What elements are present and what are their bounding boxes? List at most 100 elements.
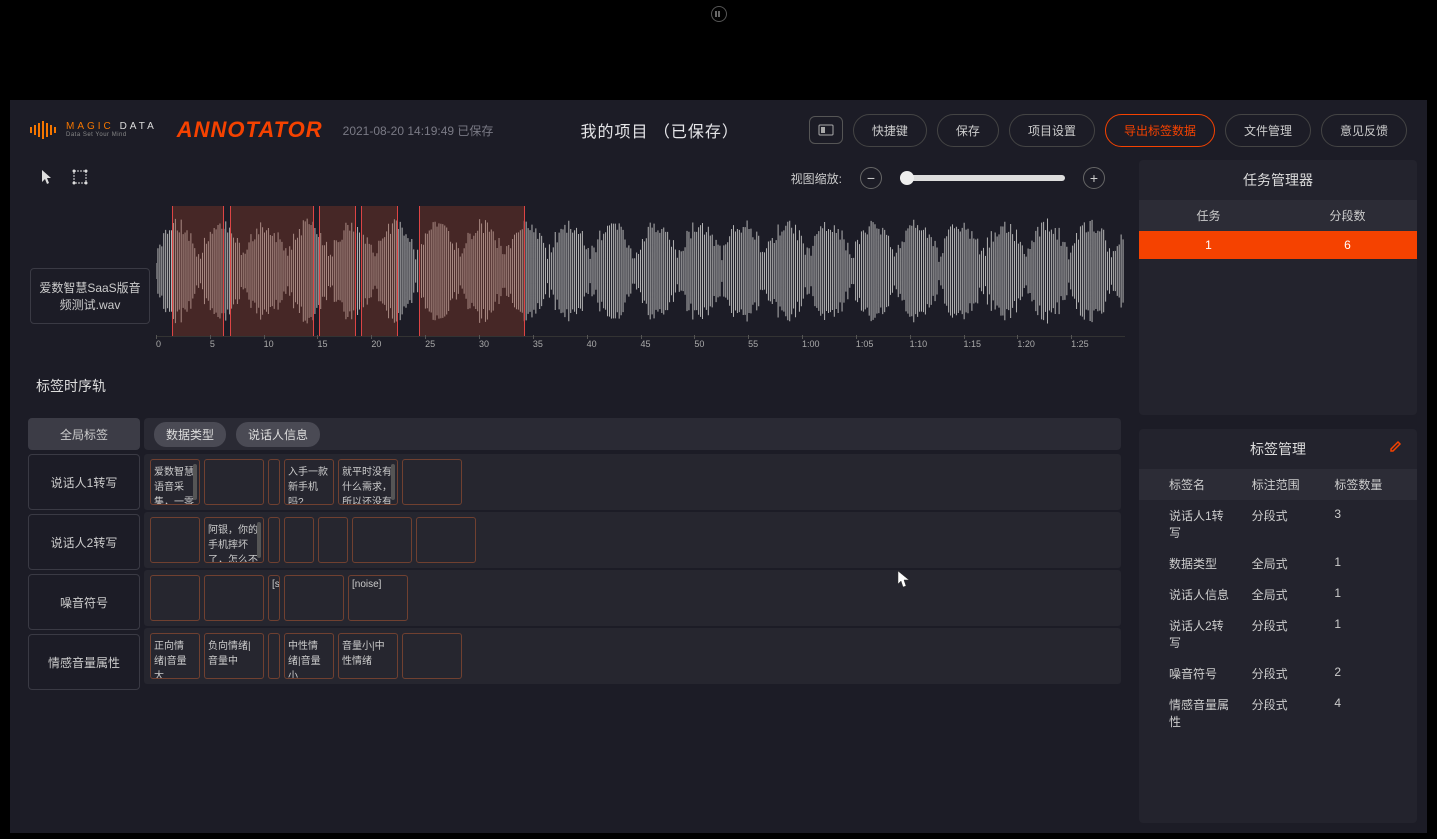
- segment-cell[interactable]: [204, 575, 264, 621]
- task-segments: 6: [1278, 238, 1417, 252]
- segment-cell[interactable]: [268, 517, 280, 563]
- task-manager-panel: 任务管理器 任务 分段数 16: [1139, 160, 1417, 415]
- ruler-tick: 45: [641, 339, 651, 349]
- app-name: ANNOTATOR: [177, 117, 323, 143]
- track-label-noise[interactable]: 噪音符号: [28, 574, 140, 630]
- brand-logo: MAGIC DATA Data Set Your Mind: [30, 121, 157, 139]
- segment-cell[interactable]: [150, 575, 200, 621]
- label-row[interactable]: 说话人信息全局式1: [1139, 579, 1417, 610]
- ruler-tick: 1:15: [964, 339, 982, 349]
- task-columns: 任务 分段数: [1139, 200, 1417, 231]
- shortcuts-button[interactable]: 快捷键: [853, 114, 927, 147]
- label-name: 情感音量属性: [1139, 696, 1232, 730]
- global-tabs-row: 数据类型 说话人信息: [144, 418, 1121, 450]
- label-row[interactable]: 噪音符号分段式2: [1139, 658, 1417, 689]
- track-row: 爱数智慧语音采集，一零一 入手一款新手机吗?就平时没有什么需求，所以还没有着: [144, 454, 1121, 510]
- label-scope: 分段式: [1232, 665, 1325, 682]
- zoom-label: 视图缩放:: [791, 170, 842, 187]
- pointer-tool-icon[interactable]: [40, 169, 54, 188]
- zoom-slider[interactable]: [900, 175, 1065, 181]
- tab-speaker-info[interactable]: 说话人信息: [236, 422, 320, 447]
- zoom-out-button[interactable]: −: [860, 167, 882, 189]
- scrollbar-icon[interactable]: [391, 464, 395, 500]
- label-scope: 分段式: [1232, 617, 1325, 651]
- col-label-scope: 标注范围: [1232, 476, 1325, 493]
- audio-file-label[interactable]: 爱数智慧SaaS版音频测试.wav: [30, 268, 150, 324]
- track-row: 正向情绪|音量大负向情绪|音量中中性情绪|音量小音量小|中性情绪: [144, 628, 1121, 684]
- ruler-tick: 0: [156, 339, 161, 349]
- segment-cell[interactable]: [268, 633, 280, 679]
- label-row[interactable]: 数据类型全局式1: [1139, 548, 1417, 579]
- segment-cell[interactable]: [268, 459, 280, 505]
- label-scope: 全局式: [1232, 586, 1325, 603]
- ruler-tick: 40: [587, 339, 597, 349]
- zoom-in-button[interactable]: +: [1083, 167, 1105, 189]
- brand-secondary: DATA: [120, 121, 157, 132]
- label-scope: 全局式: [1232, 555, 1325, 572]
- label-count: 1: [1324, 586, 1417, 603]
- project-title: 我的项目 （已保存）: [580, 118, 738, 142]
- segment-cell[interactable]: 中性情绪|音量小: [284, 633, 334, 679]
- waveform-segment[interactable]: [230, 206, 314, 336]
- top-bar: MAGIC DATA Data Set Your Mind ANNOTATOR …: [10, 100, 1427, 160]
- segment-cell[interactable]: [sil]: [268, 575, 280, 621]
- segment-cell[interactable]: [352, 517, 412, 563]
- label-columns: 标签名 标注范围 标签数量: [1139, 469, 1417, 500]
- task-id: 1: [1139, 238, 1278, 252]
- track-label-speaker1[interactable]: 说话人1转写: [28, 454, 140, 510]
- ruler-tick: 50: [694, 339, 704, 349]
- global-labels-tab[interactable]: 全局标签: [28, 418, 140, 450]
- ruler-tick: 55: [748, 339, 758, 349]
- play-control-icon[interactable]: [711, 6, 727, 22]
- ruler-tick: 25: [425, 339, 435, 349]
- segment-cell[interactable]: [416, 517, 476, 563]
- segment-cell[interactable]: [284, 517, 314, 563]
- label-row[interactable]: 说话人1转写分段式3: [1139, 500, 1417, 548]
- segment-cell[interactable]: [318, 517, 348, 563]
- label-row[interactable]: 说话人2转写分段式1: [1139, 610, 1417, 658]
- feedback-button[interactable]: 意见反馈: [1321, 114, 1407, 147]
- project-settings-button[interactable]: 项目设置: [1009, 114, 1095, 147]
- segment-cell[interactable]: 入手一款新手机吗?: [284, 459, 334, 505]
- export-labels-button[interactable]: 导出标签数据: [1105, 114, 1215, 147]
- label-name: 说话人信息: [1139, 586, 1232, 603]
- tracks-section-title: 标签时序轨: [20, 366, 1125, 406]
- segment-cell[interactable]: [284, 575, 344, 621]
- label-row[interactable]: 情感音量属性分段式4: [1139, 689, 1417, 737]
- save-button[interactable]: 保存: [937, 114, 999, 147]
- label-count: 4: [1324, 696, 1417, 730]
- label-manager-panel: 标签管理 标签名 标注范围 标签数量 说话人1转写分段式3数据类型全局式1说话人…: [1139, 429, 1417, 823]
- segment-cell[interactable]: [204, 459, 264, 505]
- ruler-tick: 20: [371, 339, 381, 349]
- segment-cell[interactable]: 音量小|中性情绪: [338, 633, 398, 679]
- segment-cell[interactable]: [402, 459, 462, 505]
- brand-primary: MAGIC: [66, 121, 114, 132]
- segment-cell[interactable]: 就平时没有什么需求，所以还没有着: [338, 459, 398, 505]
- segment-cell[interactable]: [402, 633, 462, 679]
- waveform-segment[interactable]: [172, 206, 225, 336]
- scrollbar-icon[interactable]: [257, 522, 261, 558]
- tab-data-type[interactable]: 数据类型: [154, 422, 226, 447]
- label-name: 噪音符号: [1139, 665, 1232, 682]
- segment-cell[interactable]: 爱数智慧语音采集，一零一: [150, 459, 200, 505]
- segment-cell[interactable]: [150, 517, 200, 563]
- segment-cell[interactable]: 正向情绪|音量大: [150, 633, 200, 679]
- segment-cell[interactable]: [noise]: [348, 575, 408, 621]
- track-row: [sil] [noise]: [144, 570, 1121, 626]
- label-manager-title: 标签管理: [1250, 441, 1306, 457]
- file-management-button[interactable]: 文件管理: [1225, 114, 1311, 147]
- wave-track[interactable]: 05101520253035404550551:001:051:101:151:…: [156, 206, 1125, 356]
- task-row[interactable]: 16: [1139, 231, 1417, 259]
- waveform-segment[interactable]: [319, 206, 356, 336]
- track-label-emotion[interactable]: 情感音量属性: [28, 634, 140, 690]
- select-box-tool-icon[interactable]: [72, 169, 88, 188]
- track-label-speaker2[interactable]: 说话人2转写: [28, 514, 140, 570]
- segment-cell[interactable]: 阿银，你的手机摔坏了，怎么不入手: [204, 517, 264, 563]
- fullscreen-icon[interactable]: [809, 116, 843, 144]
- waveform-area: 爱数智慧SaaS版音频测试.wav 0510152025303540455055…: [20, 206, 1125, 356]
- waveform-segment[interactable]: [361, 206, 398, 336]
- segment-cell[interactable]: 负向情绪|音量中: [204, 633, 264, 679]
- scrollbar-icon[interactable]: [193, 464, 197, 500]
- waveform-segment[interactable]: [419, 206, 524, 336]
- edit-labels-icon[interactable]: [1389, 439, 1403, 456]
